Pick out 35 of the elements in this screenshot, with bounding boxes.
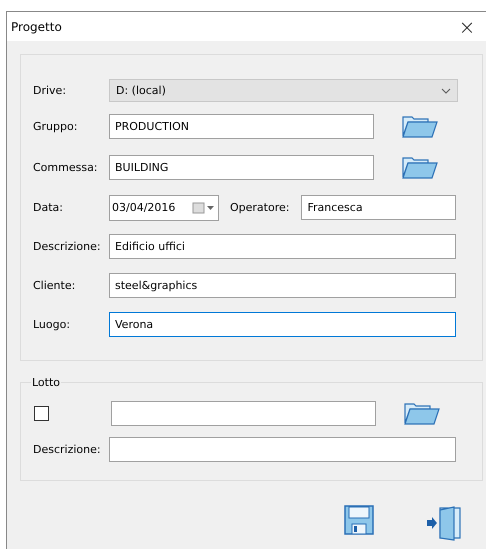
folder-icon [402, 114, 438, 138]
dropdown-value: D: (local) [116, 84, 166, 97]
field-label: Descrizione: [33, 442, 102, 456]
input-field[interactable]: Francesca [301, 195, 456, 220]
input-field[interactable]: PRODUCTION [109, 114, 374, 139]
input-field[interactable] [109, 436, 456, 462]
browse-button[interactable] [402, 154, 438, 180]
exit-button[interactable] [426, 505, 462, 541]
close-button[interactable]: × [452, 12, 482, 41]
drive-dropdown[interactable]: D: (local) [109, 79, 458, 102]
input-field[interactable]: BUILDING [109, 155, 374, 180]
field-label: Operatore: [230, 201, 290, 214]
input-field[interactable]: Verona [109, 312, 456, 337]
calendar-dropdown-icon [192, 202, 216, 214]
window-title: Progetto [11, 20, 62, 34]
input-field[interactable]: Edificio uffici [109, 234, 456, 259]
folder-icon [404, 400, 440, 424]
field-label: Gruppo: [33, 120, 78, 133]
door-arrow-icon [426, 505, 462, 541]
field-label: Drive: [33, 84, 68, 97]
browse-button[interactable] [402, 114, 438, 140]
date-value: 03/04/2016 [112, 201, 176, 214]
input-field[interactable] [111, 401, 376, 426]
folder-icon [402, 154, 438, 178]
field-label: Luogo: [33, 318, 72, 331]
field-label: Descrizione: [33, 240, 102, 253]
group-title: Lotto [31, 376, 62, 389]
date-picker[interactable]: 03/04/2016 [109, 194, 219, 220]
field-label: Commessa: [33, 161, 99, 174]
field-label: Cliente: [33, 279, 76, 292]
chevron-icon [441, 88, 451, 94]
browse-button[interactable] [404, 400, 440, 426]
input-field[interactable]: steel&graphics [109, 273, 456, 298]
checkbox[interactable] [34, 406, 49, 421]
field-label: Data: [33, 201, 64, 214]
